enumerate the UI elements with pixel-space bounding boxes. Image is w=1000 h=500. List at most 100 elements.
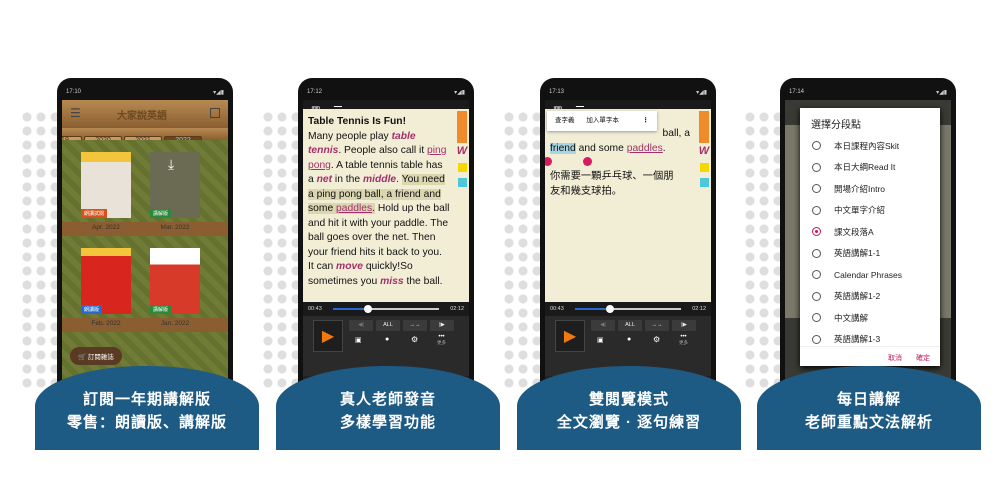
- radio-button[interactable]: [812, 248, 821, 258]
- note-icon[interactable]: [699, 163, 709, 172]
- prev-button[interactable]: ◀|: [591, 320, 615, 331]
- radio-button[interactable]: [812, 162, 821, 172]
- dot-pattern: [502, 110, 542, 390]
- caption: 訂閱一年期講解版 零售：朗讀版、講解版: [35, 366, 259, 450]
- segment-option[interactable]: 中文講解: [800, 307, 940, 329]
- status-bar: 17:10 ▾◢▮: [62, 84, 228, 100]
- repeat-all-button[interactable]: ALL: [376, 320, 400, 331]
- phone: 17:14 ▾◢▮ 選擇分段點 本日課程內容Skit 本日大綱Read It 開場介紹…: [780, 78, 956, 398]
- radio-button[interactable]: [812, 141, 821, 151]
- selection-handle[interactable]: [545, 157, 552, 166]
- more-vert-icon[interactable]: ⋮: [643, 111, 650, 131]
- video-icon[interactable]: ▣: [597, 336, 604, 344]
- download-icon[interactable]: ⤓: [168, 156, 174, 173]
- radio-button[interactable]: [812, 227, 821, 237]
- segment-option[interactable]: 中文單字介紹: [800, 200, 940, 222]
- settings-icon[interactable]: ⚙: [653, 335, 660, 344]
- menu-lookup[interactable]: 查字義: [555, 117, 575, 124]
- segment-option[interactable]: 課文段落A: [800, 221, 940, 243]
- status-bar: 17:14 ▾◢▮: [785, 84, 951, 100]
- segment-option[interactable]: 開場介紹Intro: [800, 178, 940, 200]
- panel-sentence-mode: 17:13▾◢▮ ▥ ☰ 單句 EN 中文 ball, a friend and…: [502, 0, 742, 500]
- word-icon[interactable]: W: [455, 145, 469, 157]
- context-menu: 查字義 加入單字本 ⋮: [547, 111, 657, 131]
- segment-option[interactable]: 英語講解1-2: [800, 286, 940, 308]
- logo: 大家說英語: [117, 111, 167, 122]
- mic-icon[interactable]: ●: [385, 336, 389, 343]
- bookmark-icon[interactable]: [457, 111, 467, 143]
- phone: 17:10▾◢▮ ☰ 大家說英語 019202020212022 朗讀試閱 Ap…: [57, 78, 233, 398]
- cancel-button[interactable]: 取消: [888, 355, 902, 362]
- segment-dialog: 選擇分段點 本日課程內容Skit 本日大綱Read It 開場介紹Intro 中文單字…: [800, 108, 940, 366]
- dot-pattern: [20, 110, 60, 390]
- issue-cover[interactable]: 朗讀試閱: [81, 152, 131, 218]
- side-tools: W: [455, 109, 469, 302]
- article-title: Table Tennis Is Fun!: [308, 116, 407, 127]
- radio-button[interactable]: [812, 291, 821, 301]
- dialog-title: 選擇分段點: [811, 120, 861, 131]
- play-button[interactable]: ▶: [555, 320, 585, 352]
- mic-icon[interactable]: ●: [627, 336, 631, 343]
- sentence-text: ball, a friend and some paddles. 你需要一顆乒乓…: [545, 109, 697, 302]
- status-bar: 17:13 ▾◢▮: [545, 84, 711, 100]
- status-bar: 17:12 ▾◢▮: [303, 84, 469, 100]
- segment-option[interactable]: 本日大綱Read It: [800, 157, 940, 179]
- confirm-button[interactable]: 確定: [916, 355, 930, 362]
- word-icon[interactable]: W: [697, 145, 711, 157]
- shelf: 朗讀試閱 Apr. 2022 ⤓ 講解版 Mar. 2022 朗讀版 Feb. 2…: [62, 140, 228, 390]
- radio-button[interactable]: [812, 184, 821, 194]
- phone: 17:13▾◢▮ ▥ ☰ 單句 EN 中文 ball, a friend and…: [540, 78, 716, 398]
- radio-button[interactable]: [812, 334, 821, 344]
- side-tools: W: [697, 109, 711, 302]
- caption: 真人老師發音 多樣學習功能: [276, 366, 500, 450]
- next-sentence-button[interactable]: →→: [645, 320, 669, 331]
- more-button[interactable]: ••• 更多: [679, 334, 688, 346]
- play-button[interactable]: ▶: [313, 320, 343, 352]
- screen: 17:13▾◢▮ ▥ ☰ 單句 EN 中文 ball, a friend and…: [545, 84, 711, 398]
- radio-button[interactable]: [812, 270, 821, 280]
- issue-cover[interactable]: ⤓ 講解版: [150, 152, 200, 218]
- copy-icon[interactable]: [457, 178, 467, 187]
- more-button[interactable]: ••• 更多: [437, 334, 446, 346]
- header: ☰ 大家說英語: [62, 100, 228, 128]
- video-icon[interactable]: ▣: [355, 336, 362, 344]
- panel-segment-dialog: 17:14 ▾◢▮ 選擇分段點 本日課程內容Skit 本日大綱Read It 開場介紹…: [743, 0, 983, 500]
- segment-option[interactable]: 本日課程內容Skit: [800, 135, 940, 157]
- radio-button[interactable]: [812, 313, 821, 323]
- audio-progress[interactable]: 00:43 02:12: [303, 302, 469, 316]
- selection-handle[interactable]: [583, 157, 592, 166]
- segment-option[interactable]: 英語講解1-1: [800, 243, 940, 265]
- progress-handle[interactable]: [363, 305, 372, 313]
- next-button[interactable]: |▶: [672, 320, 696, 331]
- next-sentence-button[interactable]: →→: [403, 320, 427, 331]
- radio-button[interactable]: [812, 205, 821, 215]
- prev-button[interactable]: ◀|: [349, 320, 373, 331]
- menu-icon[interactable]: ☰: [70, 106, 81, 120]
- cart-icon: 🛒: [78, 354, 87, 361]
- square-icon[interactable]: [210, 108, 220, 118]
- subscribe-button[interactable]: 🛒 訂閱雜誌: [70, 347, 122, 365]
- note-icon[interactable]: [457, 163, 467, 172]
- panel-reader: 17:12▾◢▮ ▥ ☰ 全文 EN 中文 Table Tennis Is Fu…: [261, 0, 501, 500]
- dot-pattern: [261, 110, 301, 390]
- audio-progress[interactable]: 00:43 02:12: [545, 302, 711, 316]
- article-text: Table Tennis Is Fun! Many people play ta…: [303, 109, 455, 302]
- menu-add-word[interactable]: 加入單字本: [586, 117, 619, 124]
- bookmark-icon[interactable]: [699, 111, 709, 143]
- issue-cover[interactable]: 講解版: [150, 248, 200, 314]
- next-button[interactable]: |▶: [430, 320, 454, 331]
- caption: 雙閱覽模式 全文瀏覽 · 逐句練習: [517, 366, 741, 450]
- segment-option[interactable]: Calendar Phrases: [800, 264, 940, 286]
- copy-icon[interactable]: [699, 178, 709, 187]
- progress-handle[interactable]: [605, 305, 614, 313]
- panel-bookshelf: 17:10▾◢▮ ☰ 大家說英語 019202020212022 朗讀試閱 Ap…: [20, 0, 260, 500]
- repeat-all-button[interactable]: ALL: [618, 320, 642, 331]
- dot-pattern: [743, 110, 783, 390]
- caption: 每日講解 老師重點文法解析: [757, 366, 981, 450]
- segment-option[interactable]: 英語講解1-3: [800, 329, 940, 348]
- year-tabs: 019202020212022: [62, 128, 228, 145]
- settings-icon[interactable]: ⚙: [411, 335, 418, 344]
- issue-cover[interactable]: 朗讀版: [81, 248, 131, 314]
- phone: 17:12▾◢▮ ▥ ☰ 全文 EN 中文 Table Tennis Is Fu…: [298, 78, 474, 398]
- screen: 17:14 ▾◢▮ 選擇分段點 本日課程內容Skit 本日大綱Read It 開場介紹…: [785, 84, 951, 398]
